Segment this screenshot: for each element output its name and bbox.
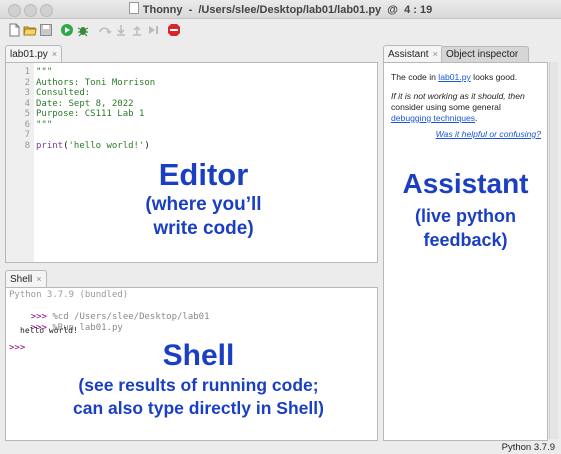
assistant-hint-end: . [475, 113, 478, 123]
code-paren: ) [144, 140, 150, 151]
tab-assistant[interactable]: Assistant × [383, 45, 443, 62]
code-text: """ [36, 119, 53, 130]
code-text: Purpose: CS111 Lab 1 [36, 109, 145, 119]
assistant-file-link[interactable]: lab01.py [438, 72, 471, 82]
assistant-hint-line2: consider using some general [391, 102, 501, 112]
resume-icon[interactable] [146, 23, 160, 37]
step-over-icon[interactable] [98, 23, 112, 37]
editor-tab-label: lab01.py [10, 49, 48, 60]
code-string: 'hello world!' [68, 140, 145, 151]
code-text: Consulted: [36, 88, 91, 98]
code-text: """ [36, 67, 53, 77]
editor-panel[interactable]: 1 """ 2 Authors: Toni Morrison 3 Consulted: 4 D… [5, 62, 378, 263]
line-number: 6 [24, 119, 30, 130]
assistant-annotation-line1: (live python [414, 206, 516, 226]
line-number: 7 [24, 130, 30, 140]
assistant-message-suffix: looks good. [470, 72, 518, 82]
close-tab-icon[interactable]: × [433, 49, 438, 59]
stop-icon[interactable] [167, 23, 181, 37]
assistant-annotation-line2: feedback) [423, 230, 508, 250]
shell-tab-label: Shell [10, 274, 33, 285]
step-into-icon[interactable] [114, 23, 128, 37]
tab-object-inspector[interactable]: Object inspector [441, 46, 529, 63]
code-area[interactable]: 1 """ 2 Authors: Toni Morrison 3 Consulted: 4 D… [6, 67, 366, 167]
shell-annotation-line2: can also type directly in Shell) [73, 398, 324, 418]
assistant-panel: The code in lab01.py looks good. If it i… [383, 62, 548, 441]
editor-annotation-title: Editor [158, 157, 249, 192]
assistant-hint-line3: debugging techniques. [391, 113, 546, 124]
shell-annotation-line1: (see results of running code; [78, 375, 319, 395]
debugging-techniques-link[interactable]: debugging techniques [391, 113, 475, 123]
debug-icon[interactable] [76, 23, 90, 37]
document-icon [128, 2, 139, 14]
close-tab-icon[interactable]: × [52, 49, 57, 59]
step-out-icon[interactable] [130, 23, 144, 37]
editor-annotation-line1: (where you’ll [145, 194, 262, 215]
toolbar [0, 19, 561, 41]
assistant-annotation-title: Assistant [402, 168, 529, 199]
code-text: Authors: Toni Morrison [36, 77, 156, 88]
line-number: 1 [24, 67, 30, 77]
tab-editor-lab01[interactable]: lab01.py × [5, 45, 63, 62]
line-number: 5 [24, 109, 30, 119]
shell-banner: Python 3.7.9 (bundled) [9, 290, 129, 300]
code-builtin: print [36, 140, 64, 151]
shell-output: hello world! [20, 326, 78, 335]
title-bar: Thonny - /Users/slee/Desktop/lab01/lab01… [0, 0, 561, 19]
line-number: 8 [24, 140, 30, 151]
status-interpreter[interactable]: Python 3.7.9 [502, 442, 555, 453]
tab-shell[interactable]: Shell × [5, 270, 47, 287]
line-number: 3 [24, 88, 30, 98]
assistant-hint-line1: If it is not working as it should, then [391, 91, 525, 101]
open-file-icon[interactable] [23, 23, 37, 37]
shell-panel[interactable]: Python 3.7.9 (bundled) >>> %cd /Users/sl… [5, 287, 378, 441]
assistant-tab-label: Assistant [388, 49, 429, 60]
feedback-row: Was it helpful or confusing? [436, 129, 541, 140]
line-number: 4 [24, 98, 30, 109]
feedback-link[interactable]: Was it helpful or confusing? [436, 129, 541, 139]
run-icon[interactable] [60, 23, 74, 37]
assistant-message: The code in lab01.py looks good. [391, 72, 541, 83]
assistant-message-prefix: The code in [391, 72, 439, 82]
assistant-scrollbar[interactable] [549, 62, 558, 439]
close-tab-icon[interactable]: × [36, 274, 41, 284]
object-inspector-tab-label: Object inspector [446, 49, 519, 60]
shell-annotation-title: Shell [162, 339, 235, 372]
save-icon[interactable] [39, 23, 53, 37]
code-text: Date: Sept 8, 2022 [36, 98, 134, 109]
new-file-icon[interactable] [7, 23, 21, 37]
code-text: print('hello world!') [36, 141, 150, 152]
line-number: 2 [24, 77, 30, 88]
window-title: Thonny - /Users/slee/Desktop/lab01/lab01… [0, 2, 561, 16]
editor-annotation-line2: write code) [153, 218, 254, 239]
window-title-text: Thonny - /Users/slee/Desktop/lab01/lab01… [142, 4, 433, 16]
shell-current-prompt[interactable]: >>> [9, 343, 25, 354]
